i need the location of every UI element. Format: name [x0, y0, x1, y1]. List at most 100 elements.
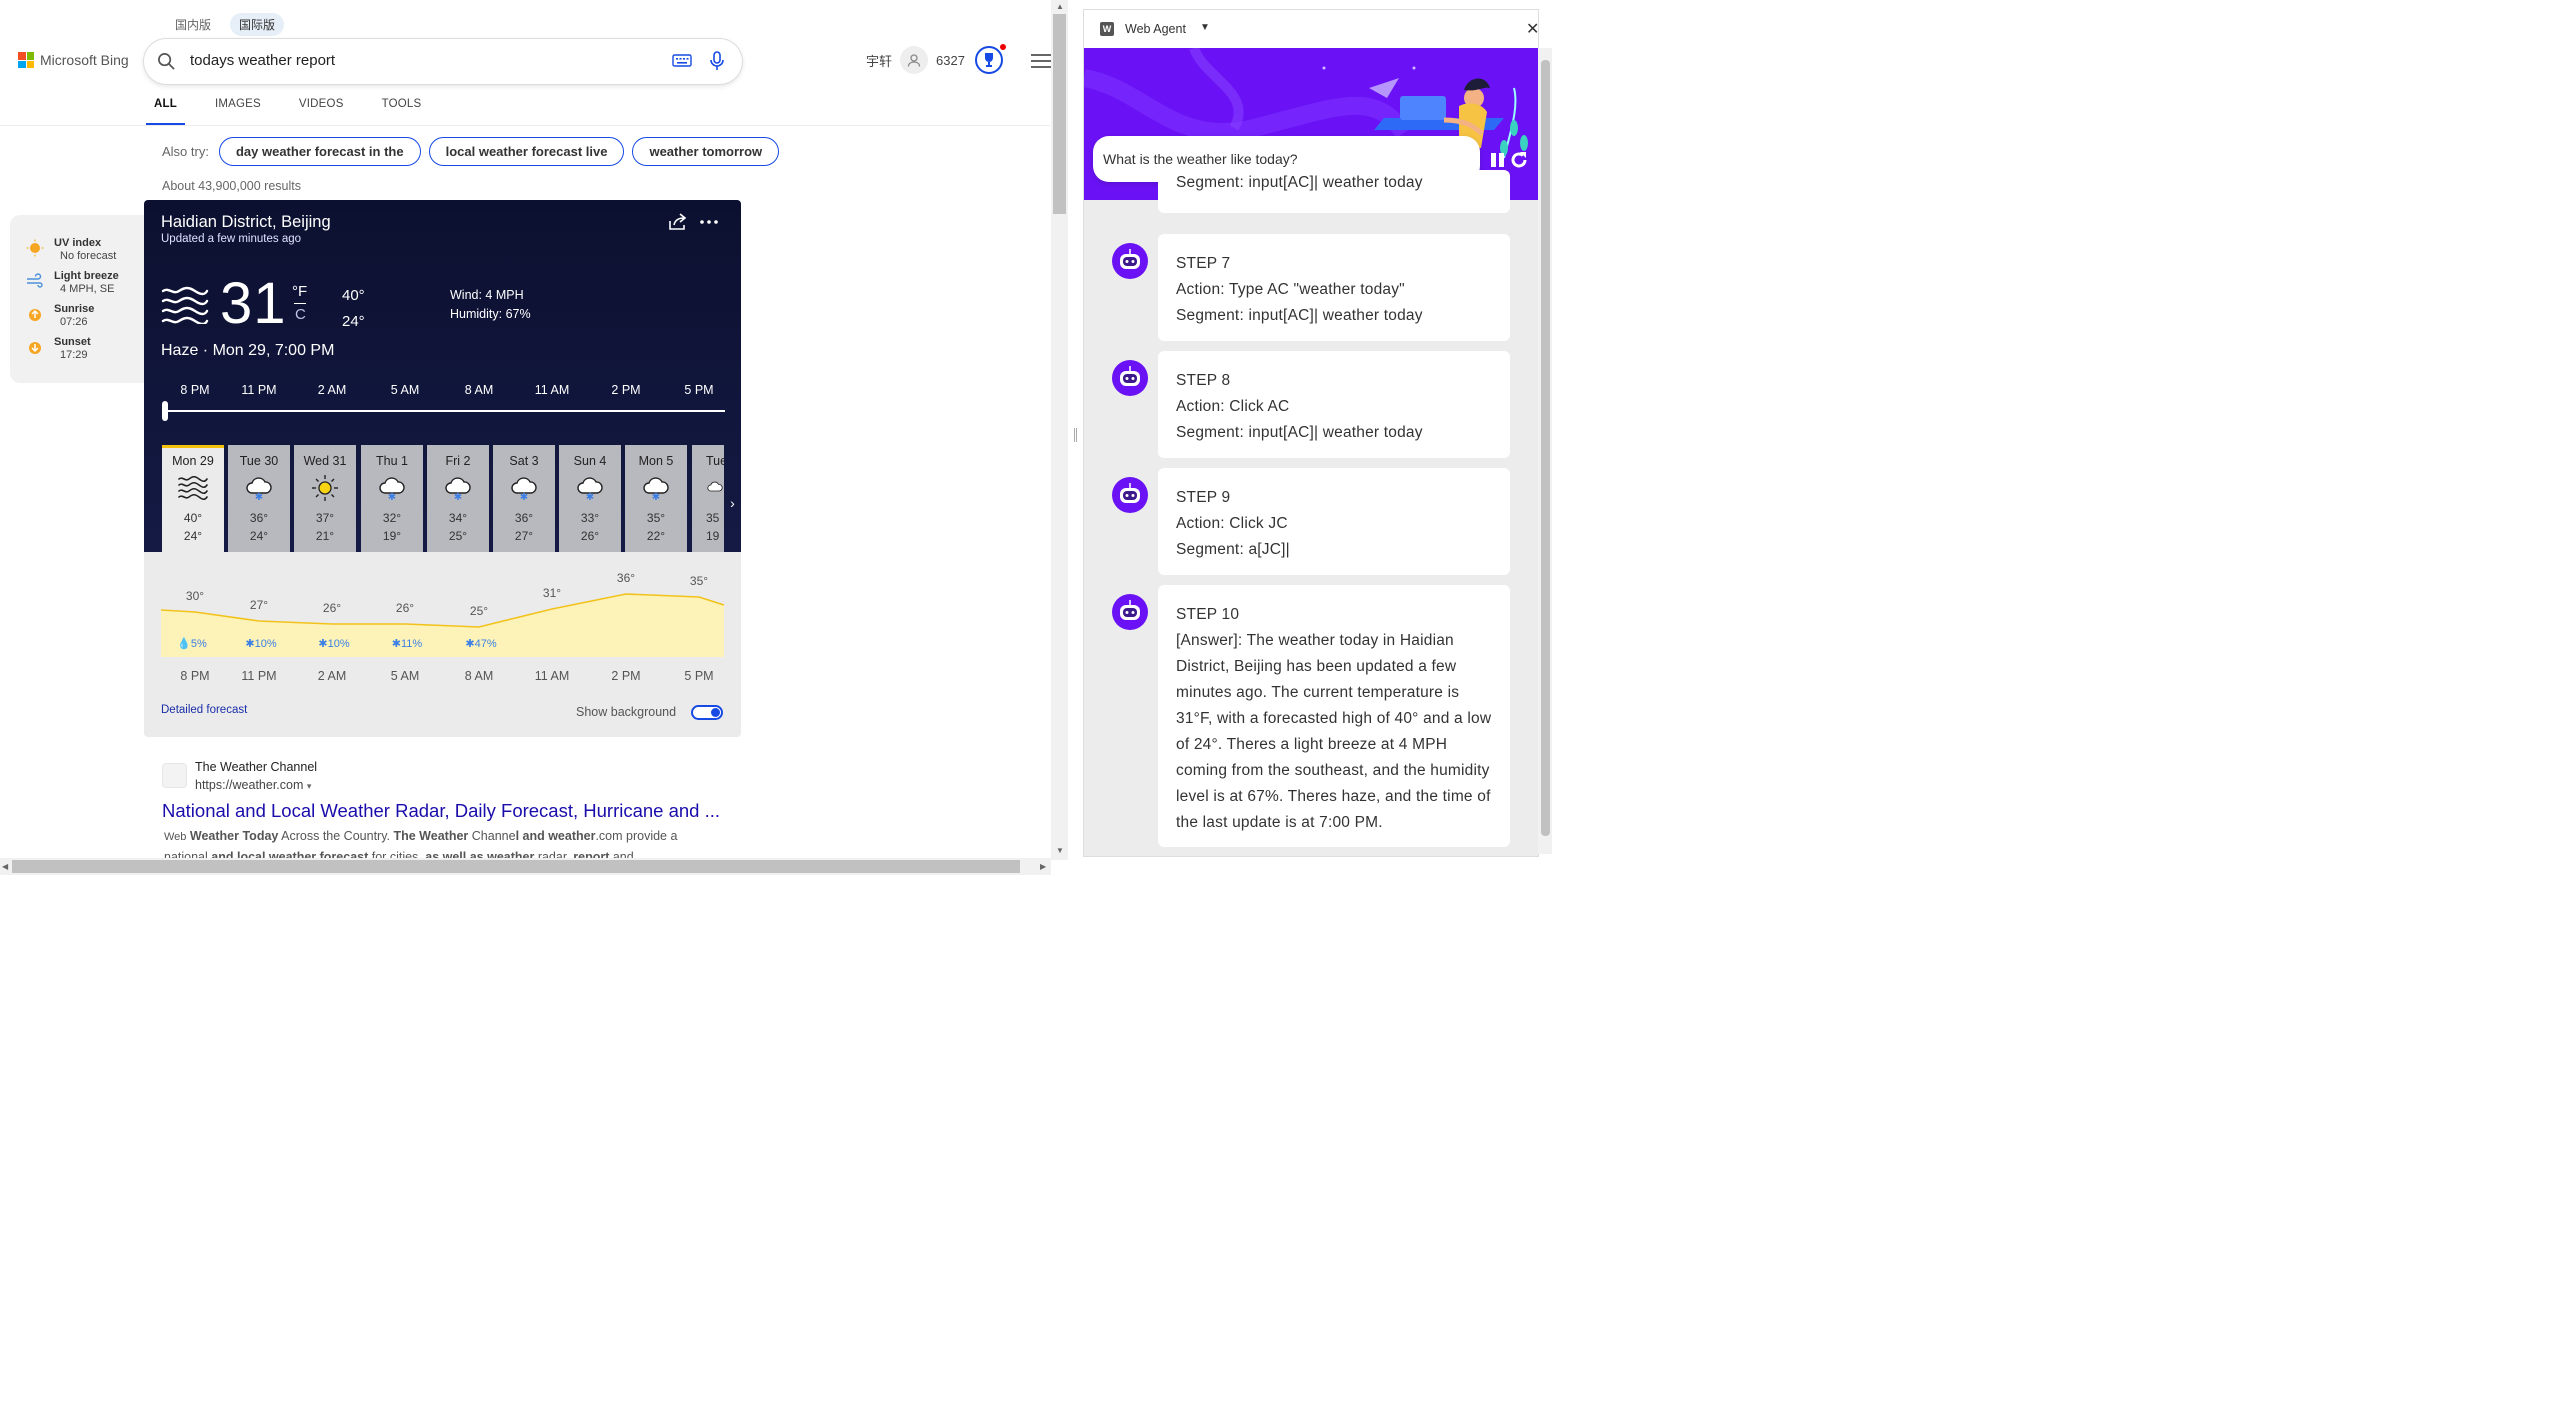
rewards-trophy-icon[interactable]	[974, 44, 1006, 74]
day-name: Mon 5	[638, 454, 674, 468]
day-high: 35°	[646, 511, 666, 525]
tab-images[interactable]: IMAGES	[215, 98, 261, 126]
tab-all[interactable]: ALL	[146, 98, 185, 126]
also-try-chip[interactable]: local weather forecast live	[428, 137, 625, 166]
unit-divider	[294, 303, 306, 304]
day-high: 34°	[448, 511, 468, 525]
precip-label: 💧5%	[177, 637, 207, 650]
sunset-item: Sunset 17:29	[26, 336, 91, 362]
uv-index-title: UV index	[54, 237, 102, 249]
microphone-icon[interactable]	[709, 51, 725, 72]
result-url[interactable]: https://weather.com ▾	[195, 778, 311, 792]
day-tile[interactable]: Sat 3 ✱ 36° 27°	[493, 445, 555, 552]
robot-avatar-icon	[1112, 477, 1148, 513]
caret-down-icon[interactable]: ▾	[307, 781, 312, 791]
tab-tools[interactable]: TOOLS	[382, 98, 422, 126]
svg-text:✱: ✱	[586, 492, 594, 501]
unit-fahrenheit[interactable]: °F	[292, 283, 307, 300]
market-cn-tab[interactable]: 国内版	[166, 13, 220, 36]
day-name: Wed 31	[303, 454, 347, 468]
result-site-name[interactable]: The Weather Channel	[195, 760, 317, 774]
step-card: STEP 8 Action: Click AC Segment: input[A…	[1158, 351, 1510, 458]
share-icon[interactable]	[668, 213, 688, 231]
show-background-toggle[interactable]	[691, 705, 723, 720]
scroll-up-icon[interactable]: ▲	[1056, 2, 1064, 11]
weather-updated: Updated a few minutes ago	[161, 233, 302, 245]
panel-resize-handle[interactable]	[1068, 0, 1083, 875]
agent-query-text[interactable]: What is the weather like today?	[1103, 151, 1298, 167]
caret-down-icon[interactable]: ▼	[1200, 22, 1210, 33]
day-low: 25°	[448, 529, 468, 543]
vertical-scroll-thumb[interactable]	[1053, 14, 1066, 214]
search-box[interactable]	[144, 39, 742, 84]
wind-icon	[27, 273, 43, 288]
search-input[interactable]	[190, 52, 650, 69]
day-high: 37°	[315, 511, 335, 525]
svg-text:✱: ✱	[388, 492, 396, 501]
sunrise-title: Sunrise	[54, 303, 95, 315]
chevron-right-icon[interactable]: ›	[724, 495, 741, 517]
horizontal-scroll-thumb[interactable]	[12, 860, 1020, 873]
agent-scroll-thumb[interactable]	[1541, 60, 1550, 836]
day-tile[interactable]: Sun 4 ✱ 33° 26°	[559, 445, 621, 552]
also-try-chip[interactable]: weather tomorrow	[632, 137, 780, 166]
day-tile[interactable]: Wed 31 37° 21°	[294, 445, 356, 552]
scroll-left-icon[interactable]: ◀	[2, 862, 8, 871]
wind-title: Light breeze	[54, 270, 119, 282]
day-tile-partial[interactable]: Tue 35 19	[692, 445, 724, 552]
weather-condition: Haze · Mon 29, 7:00 PM	[161, 342, 335, 359]
hour-label: 2 PM	[611, 383, 641, 397]
timeline-handle[interactable]	[162, 401, 168, 421]
also-try-chip[interactable]: day weather forecast in the	[218, 137, 421, 166]
day-tile[interactable]: Fri 2 ✱ 34° 25°	[427, 445, 489, 552]
market-intl-tab[interactable]: 国际版	[230, 13, 285, 36]
sunset-value: 17:29	[60, 349, 88, 361]
robot-avatar-icon	[1112, 360, 1148, 396]
more-options-icon[interactable]	[699, 219, 719, 225]
bing-logo[interactable]: Microsoft Bing	[18, 52, 129, 68]
tab-videos[interactable]: VIDEOS	[299, 98, 344, 126]
search-icon[interactable]	[157, 52, 176, 71]
day-high: 36°	[514, 511, 534, 525]
day-tile[interactable]: Tue 30 ✱ 36° 24°	[228, 445, 290, 552]
graph-hour-label: 5 AM	[390, 669, 420, 683]
snippet-prefix: Web	[164, 831, 187, 843]
day-high: 40°	[183, 511, 203, 525]
hour-timeline-slider[interactable]	[165, 410, 725, 412]
search-tabs: ALL IMAGES VIDEOS TOOLS	[146, 98, 459, 126]
page-vertical-scrollbar[interactable]: ▲ ▼	[1051, 0, 1068, 860]
scroll-right-icon[interactable]: ▶	[1040, 862, 1046, 871]
unit-celsius[interactable]: C	[295, 306, 306, 323]
close-icon[interactable]: ✕	[1526, 19, 1538, 39]
logo-text: Microsoft Bing	[40, 52, 129, 68]
result-title-link[interactable]: National and Local Weather Radar, Daily …	[162, 800, 720, 822]
day-low: 21°	[315, 529, 335, 543]
user-name[interactable]: 宇轩	[866, 51, 892, 70]
menu-icon[interactable]	[1031, 54, 1051, 68]
refresh-icon[interactable]	[1510, 151, 1528, 169]
agent-title[interactable]: Web Agent	[1125, 22, 1186, 36]
avatar-icon[interactable]	[900, 46, 929, 74]
rewards-points[interactable]: 6327	[936, 53, 965, 68]
day-tile[interactable]: Thu 1 ✱ 32° 19°	[361, 445, 423, 552]
agent-scrollbar[interactable]	[1538, 48, 1552, 854]
day-tile[interactable]: Mon 5 ✱ 35° 22°	[625, 445, 687, 552]
precip-label: ✱11%	[392, 637, 422, 650]
graph-temp-label: 31°	[542, 586, 562, 600]
high-low: 40° 24°	[342, 283, 365, 335]
result-url-text[interactable]: https://weather.com	[195, 778, 303, 792]
agent-step-list[interactable]: Segment: input[AC]| weather today STEP 7…	[1084, 170, 1538, 856]
day-high: 36°	[249, 511, 269, 525]
page-horizontal-scrollbar[interactable]: ◀ ▶	[0, 858, 1051, 875]
detailed-forecast-link[interactable]: Detailed forecast	[161, 704, 247, 716]
scroll-down-icon[interactable]: ▼	[1056, 846, 1064, 855]
hour-label: 11 AM	[534, 383, 570, 397]
svg-text:✱: ✱	[520, 492, 528, 501]
day-tile-mon29[interactable]: Mon 29 40° 24°	[162, 445, 224, 552]
step-action: Action: Type AC "weather today"	[1176, 281, 1405, 298]
snow-cloud-icon: ✱	[228, 472, 290, 504]
pause-icon[interactable]	[1490, 152, 1506, 168]
humidity-text: Humidity: 67%	[450, 307, 531, 321]
keyboard-icon[interactable]	[672, 53, 692, 69]
precip-value: 47%	[474, 638, 497, 650]
